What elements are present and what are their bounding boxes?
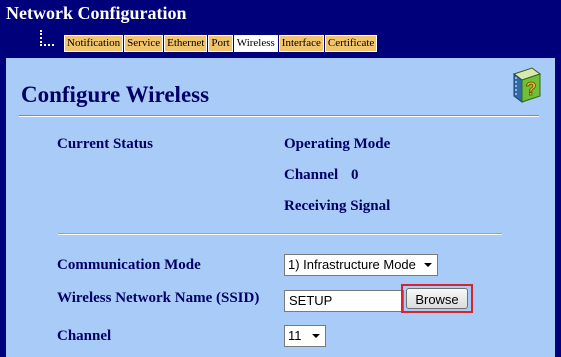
content-panel: Configure Wireless ? Current Status Oper…: [6, 58, 555, 357]
title-divider: [19, 115, 539, 117]
channel-label: Channel: [57, 328, 112, 344]
communication-mode-value: 1) Infrastructure Mode: [288, 257, 416, 272]
tab-service[interactable]: Service: [124, 35, 164, 52]
page-title: Configure Wireless: [21, 82, 210, 107]
channel-select-value: 11: [288, 328, 302, 343]
browse-button[interactable]: Browse: [406, 288, 468, 309]
chevron-down-icon: [312, 334, 320, 338]
status-channel-label: Channel: [284, 167, 339, 183]
communication-mode-select[interactable]: 1) Infrastructure Mode: [284, 254, 438, 276]
ssid-input[interactable]: SETUP: [284, 290, 404, 312]
tab-interface[interactable]: Interface: [278, 35, 324, 52]
page-header-title: Network Configuration: [6, 3, 187, 23]
tab-wireless[interactable]: Wireless: [233, 35, 278, 52]
tab-ethernet[interactable]: Ethernet: [164, 35, 208, 52]
tab-bar: Notification Service Ethernet Port Wirel…: [64, 35, 378, 52]
ssid-label: Wireless Network Name (SSID): [57, 290, 260, 306]
tab-notification[interactable]: Notification: [64, 35, 124, 52]
status-channel-value: 0: [351, 167, 359, 183]
operating-mode-label: Operating Mode: [284, 136, 391, 152]
receiving-signal-label: Receiving Signal: [284, 198, 391, 214]
tree-connector: [40, 30, 54, 46]
current-status-label: Current Status: [57, 136, 153, 152]
chevron-down-icon: [424, 263, 432, 267]
svg-text:?: ?: [526, 79, 537, 99]
tab-certificate[interactable]: Certificate: [324, 35, 378, 52]
help-book-icon[interactable]: ?: [508, 66, 542, 104]
tab-port[interactable]: Port: [208, 35, 233, 52]
section-divider: [58, 233, 502, 235]
channel-select[interactable]: 11: [284, 325, 326, 347]
communication-mode-label: Communication Mode: [57, 257, 201, 273]
